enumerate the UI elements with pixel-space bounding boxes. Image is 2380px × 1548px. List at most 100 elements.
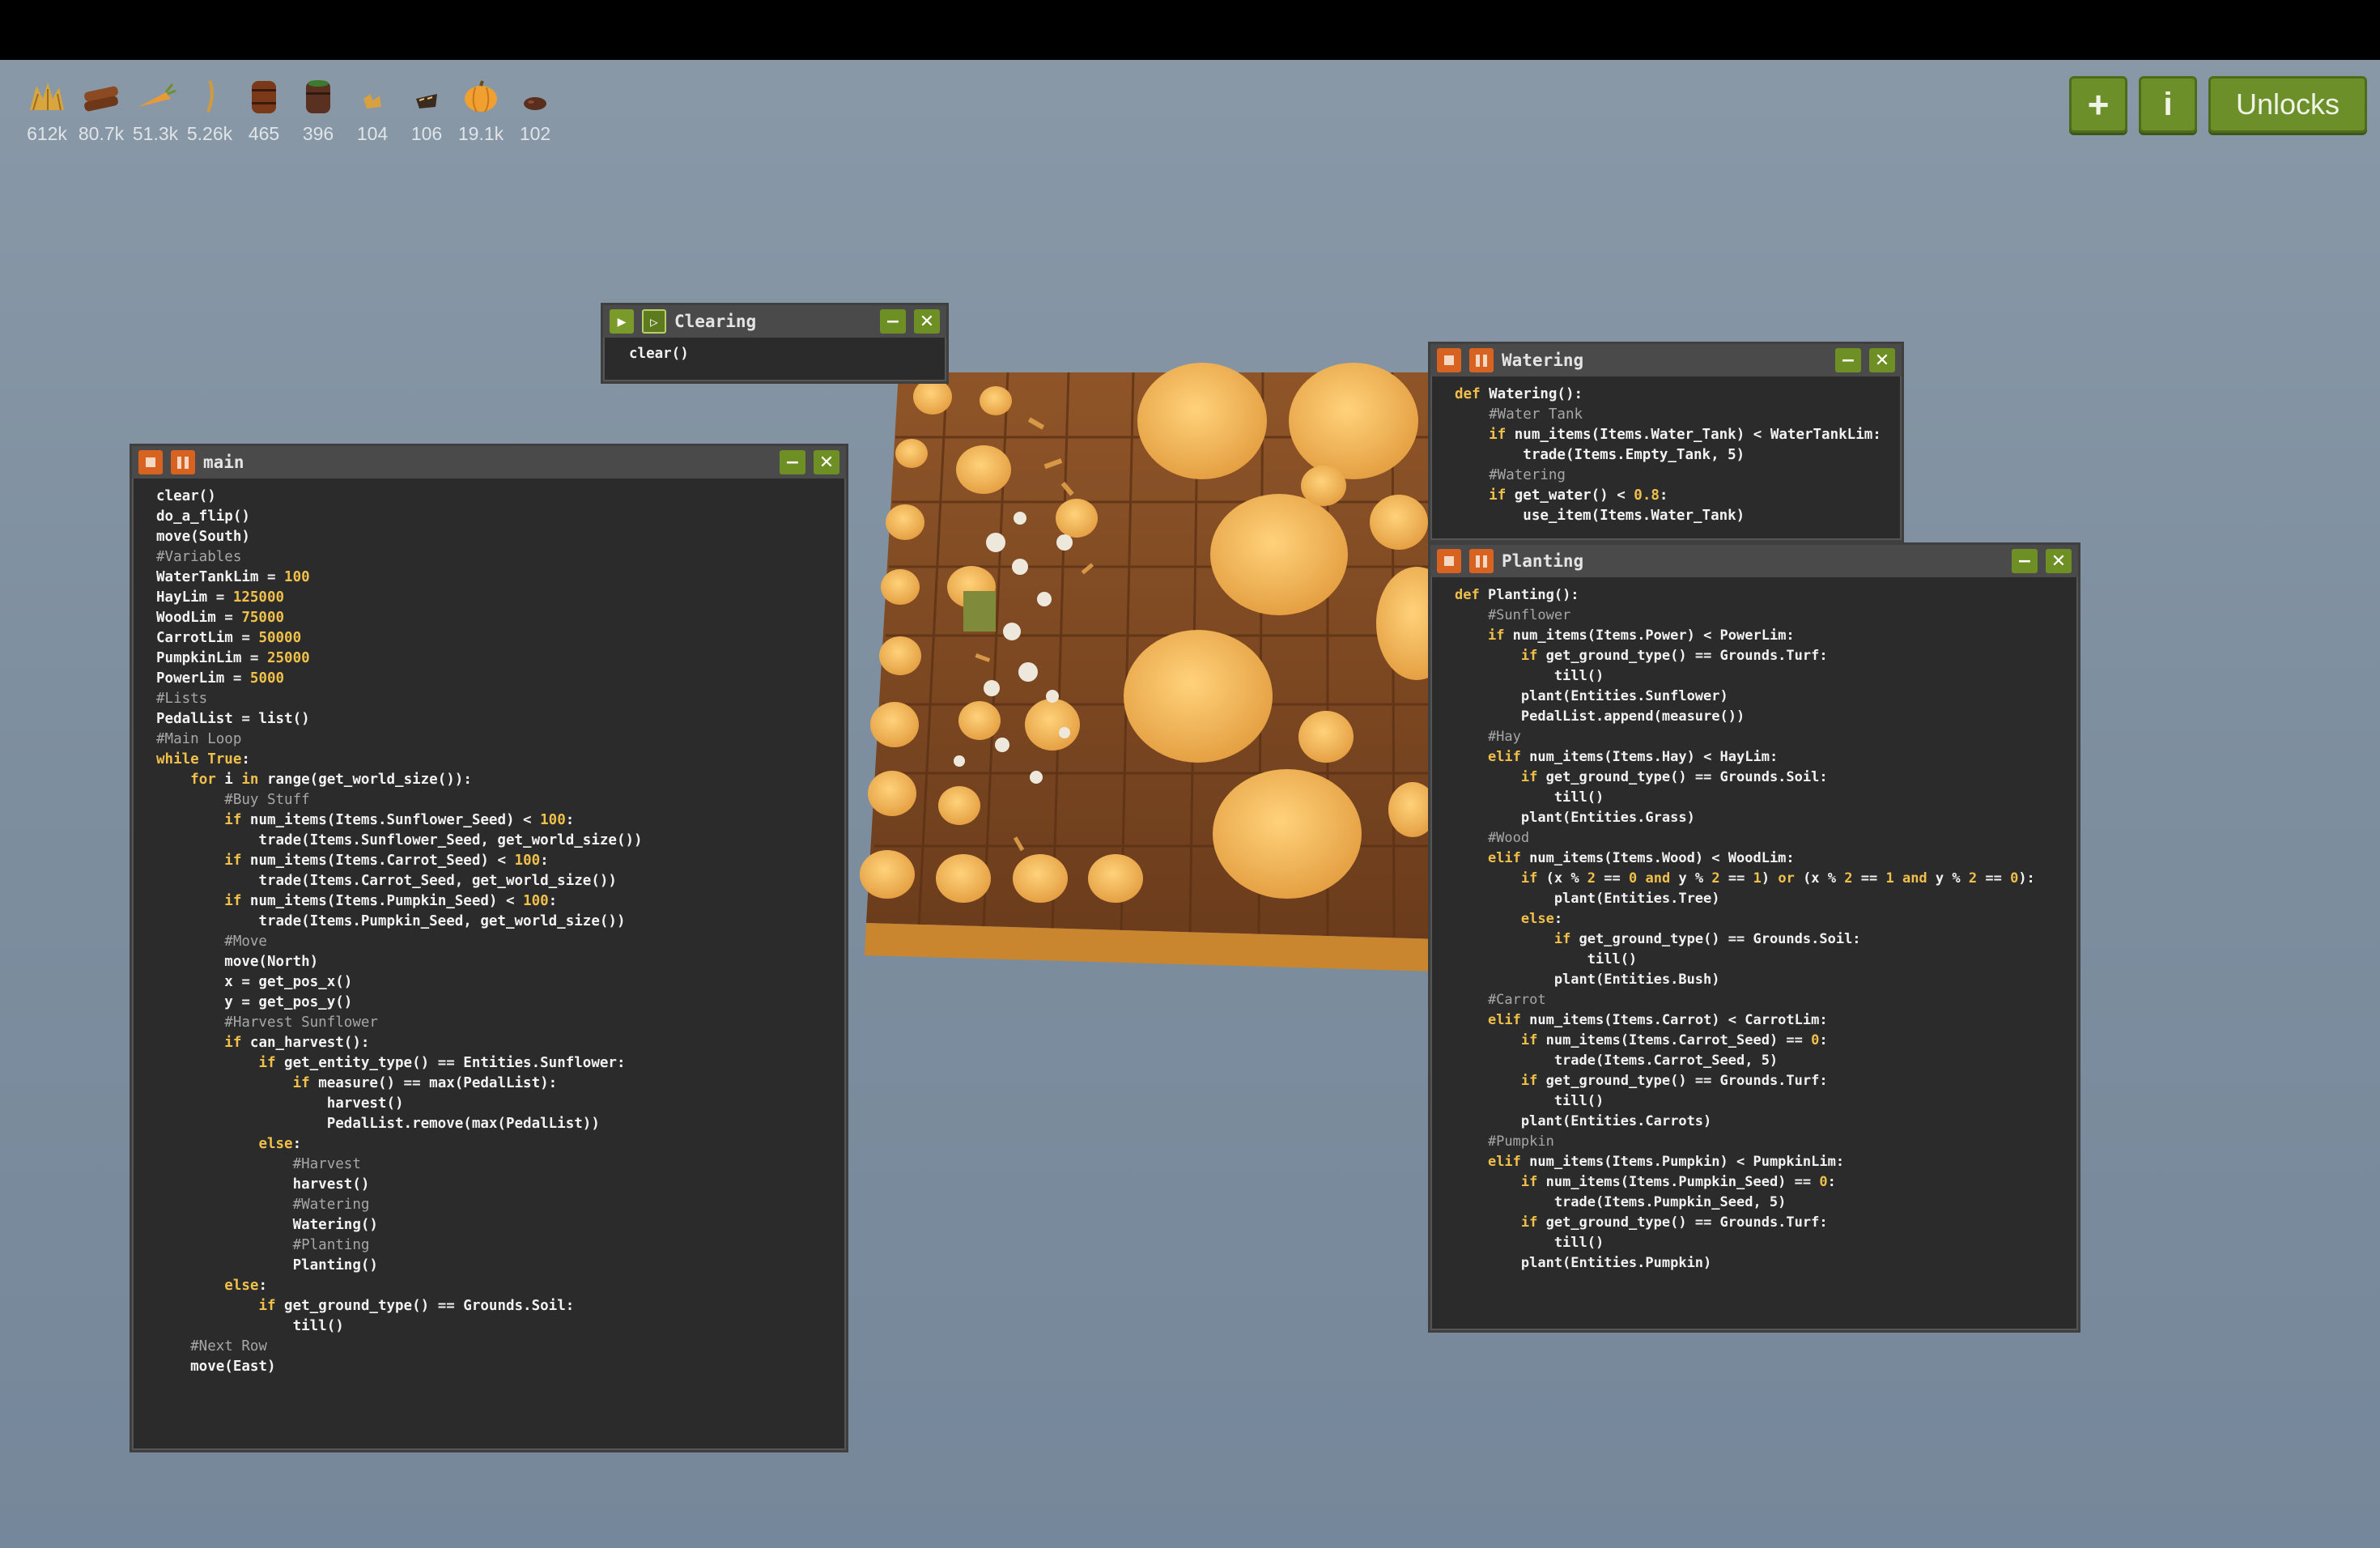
code-line: plant(Entities.Tree) [1455,891,1720,907]
pause-button[interactable] [171,450,195,474]
code-line: Watering() [156,1217,378,1233]
code-line: if can_harvest(): [224,1035,370,1051]
code-line: PedalList.append(measure()) [1455,708,1745,725]
window-title: Clearing [674,312,757,331]
code-line: #Planting [156,1237,370,1253]
resource-hay: 612k [19,74,74,145]
step-run-button[interactable]: ▷ [642,309,666,334]
code-line: trade(Items.Carrot_Seed, get_world_size(… [156,873,617,889]
code-line: if (x % 2 == 0 and y % 2 == 1) or (x % 2… [1520,870,2035,887]
window-title: Watering [1502,351,1584,370]
farm-board [860,363,1441,972]
code-line: trade(Items.Carrot_Seed, 5) [1455,1053,1779,1069]
code-line: move(South) [156,529,250,545]
code-line: PumpkinLim = 25000 [156,650,310,666]
code-line: for i in range(get_world_size()): [190,772,472,788]
close-button[interactable]: ✕ [1869,348,1895,372]
code-line: else: [1520,911,1563,927]
code-line: move(North) [156,954,319,970]
code-line: elif num_items(Items.Carrot) < CarrotLim… [1487,1012,1828,1028]
code-line: if num_items(Items.Sunflower_Seed) < 100… [224,812,575,828]
main-window[interactable]: main − ✕ clear() do_a_flip() move(South) #V… [130,444,848,1452]
code-line: while True: [156,751,250,768]
stop-button[interactable] [1437,549,1461,573]
code-line: do_a_flip() [156,508,250,525]
code-line: #Hay [1455,729,1521,745]
code-line: PedalList = list() [156,711,310,727]
code-editor[interactable]: def Planting(): #Sunflower if num_items(… [1430,577,2078,1274]
code-line: def Watering(): [1455,386,1583,402]
code-line: trade(Items.Empty_Tank, 5) [1455,447,1745,463]
run-button[interactable]: ▶ [610,309,634,334]
code-line: harvest() [156,1176,370,1193]
stop-button[interactable] [1437,348,1461,372]
code-line: if get_entity_type() == Entities.Sunflow… [258,1055,626,1071]
code-line: else: [258,1136,302,1152]
code-editor[interactable]: clear() do_a_flip() move(South) #Variables W… [132,478,846,1377]
close-button[interactable]: ✕ [814,450,839,474]
code-line: else: [224,1278,267,1294]
code-line: x = get_pos_x() [156,974,353,990]
code-line: PowerLim = 5000 [156,670,285,687]
code-line: #Next Row [156,1338,267,1354]
close-button[interactable]: ✕ [2046,549,2072,573]
code-line: trade(Items.Pumpkin_Seed, get_world_size… [156,913,626,929]
green-barrel-icon [306,80,330,113]
code-line: #Watering [1455,467,1566,483]
code-line: till() [1455,1235,1604,1251]
code-editor[interactable]: def Watering(): #Water Tank if num_items… [1430,376,1902,526]
code-line: plant(Entities.Bush) [1455,972,1720,988]
unlocks-button[interactable]: Unlocks [2208,76,2367,133]
pause-button[interactable] [1469,348,1494,372]
top-black-bar [0,0,2380,60]
code-line: plant(Entities.Grass) [1455,810,1695,826]
code-line: harvest() [156,1095,404,1112]
code-editor[interactable]: clear() [603,338,946,364]
watering-title-bar[interactable]: Watering − ✕ [1430,344,1902,376]
minimize-button[interactable]: − [2012,549,2038,573]
clearing-window[interactable]: ▶ ▷ Clearing − ✕ clear() [601,303,949,384]
clearing-title-bar[interactable]: ▶ ▷ Clearing − ✕ [603,305,946,338]
code-line: till() [1455,789,1604,806]
code-line: if get_ground_type() == Grounds.Turf: [1520,1073,1828,1089]
code-line: if measure() == max(PedalList): [292,1075,558,1091]
code-line: if num_items(Items.Power) < PowerLim: [1487,627,1795,644]
code-line: if get_ground_type() == Grounds.Soil: [1553,931,1861,947]
code-line: clear() [629,346,689,362]
code-line: if num_items(Items.Pumpkin_Seed) == 0: [1520,1174,1836,1190]
code-line: #Lists [156,691,208,707]
pumpkin-seed-icon [524,97,546,110]
water-barrel-icon [252,81,276,113]
code-line: if num_items(Items.Pumpkin_Seed) < 100: [224,893,558,909]
code-line: trade(Items.Pumpkin_Seed, 5) [1455,1194,1787,1210]
code-line: #Watering [156,1197,370,1213]
planting-window[interactable]: Planting − ✕ def Planting(): #Sunflower … [1428,542,2080,1333]
code-line: plant(Entities.Sunflower) [1455,688,1728,704]
wood-icon [84,86,118,112]
code-line: if num_items(Items.Carrot_Seed) == 0: [1520,1032,1828,1048]
code-line: #Move [156,933,267,950]
pause-button[interactable] [1469,549,1494,573]
code-line: WaterTankLim = 100 [156,569,310,585]
info-button[interactable]: i [2139,76,2197,133]
code-line: #Wood [1455,830,1530,846]
main-title-bar[interactable]: main − ✕ [132,446,846,478]
code-line: #Buy Stuff [156,792,310,808]
minimize-button[interactable]: − [780,450,805,474]
window-title: Planting [1502,551,1584,571]
code-line: CarrotLim = 50000 [156,630,302,646]
resource-pumpkin-seed: 102 [508,74,563,145]
code-line: if get_ground_type() == Grounds.Turf: [1520,648,1828,664]
resource-pumpkin: 19.1k [453,74,508,145]
minimize-button[interactable]: − [880,309,906,334]
watering-window[interactable]: Watering − ✕ def Watering(): #Water Tank… [1428,342,1904,542]
code-line: till() [1455,1093,1604,1109]
code-line: PedalList.remove(max(PedalList)) [156,1116,600,1132]
code-line: #Sunflower [1455,607,1571,623]
stop-button[interactable] [138,450,163,474]
carrot-seed-icon [416,94,437,108]
minimize-button[interactable]: − [1835,348,1861,372]
close-button[interactable]: ✕ [914,309,940,334]
planting-title-bar[interactable]: Planting − ✕ [1430,545,2078,577]
add-window-button[interactable]: + [2069,76,2127,133]
